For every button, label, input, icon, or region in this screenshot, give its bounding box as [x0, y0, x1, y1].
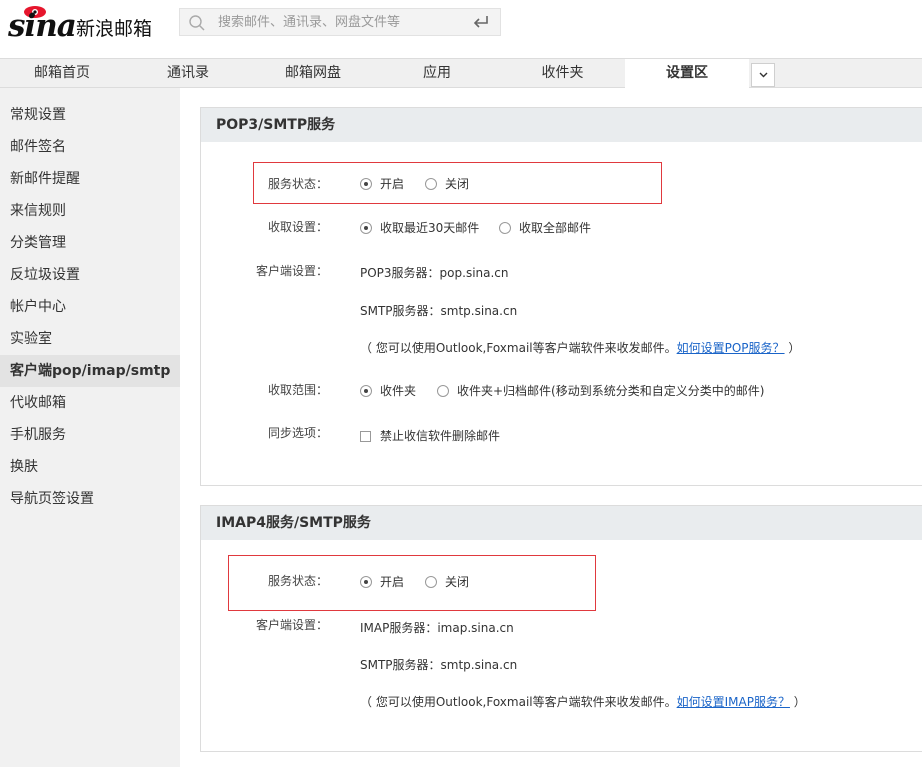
pop3-smtp-panel: POP3/SMTP服务 服务状态： 开启 关闭 收取设置： 收取最近30天邮件 … — [200, 107, 922, 486]
tab-apps[interactable]: 应用 — [374, 59, 500, 87]
sidebar-item-signature[interactable]: 邮件签名 — [0, 131, 180, 163]
sidebar-item-categories[interactable]: 分类管理 — [0, 227, 180, 259]
imap-smtp-panel: IMAP4服务/SMTP服务 服务状态： 开启 关闭 客户端设置： IMAP服务… — [200, 505, 922, 752]
tab-netdisk[interactable]: 邮箱网盘 — [252, 59, 374, 87]
header: sina 新浪邮箱 — [0, 0, 922, 58]
pop3-range-label: 收取范围： — [267, 383, 328, 397]
fetch-recent-30-days-radio[interactable]: 收取最近30天邮件 — [360, 220, 479, 236]
pop3-sync-label: 同步选项： — [267, 426, 328, 440]
fetch-all-radio[interactable]: 收取全部邮件 — [499, 220, 591, 236]
imap-status-label: 服务状态： — [267, 574, 328, 588]
imap-status-on-radio[interactable]: 开启 — [360, 574, 404, 590]
pop3-panel-title: POP3/SMTP服务 — [201, 108, 922, 142]
radio-checked-icon — [360, 576, 372, 588]
radio-checked-icon — [360, 178, 372, 190]
sidebar-item-skin[interactable]: 换肤 — [0, 451, 180, 483]
tab-inbox[interactable]: 收件夹 — [500, 59, 625, 87]
pop3-server-text: POP3服务器：pop.sina.cn — [360, 266, 509, 280]
how-to-setup-imap-link[interactable]: 如何设置IMAP服务？ — [677, 695, 790, 709]
pop3-smtp-server-text: SMTP服务器：smtp.sina.cn — [360, 304, 518, 318]
sidebar-item-mail-collection[interactable]: 代收邮箱 — [0, 387, 180, 419]
imap-smtp-server-text: SMTP服务器：smtp.sina.cn — [360, 658, 518, 672]
tab-settings[interactable]: 设置区 — [625, 59, 749, 88]
sidebar-item-account-center[interactable]: 帐户中心 — [0, 291, 180, 323]
tab-mail-home[interactable]: 邮箱首页 — [0, 59, 124, 87]
pop3-fetch-label: 收取设置： — [267, 220, 328, 234]
imap-client-label: 客户端设置： — [255, 618, 328, 632]
radio-unchecked-icon — [499, 222, 511, 234]
search-box[interactable] — [179, 8, 501, 36]
sina-logo[interactable]: sina 新浪邮箱 — [8, 4, 158, 48]
radio-checked-icon — [360, 222, 372, 234]
main-tabs: 邮箱首页 通讯录 邮箱网盘 应用 收件夹 设置区 — [0, 58, 922, 88]
radio-unchecked-icon — [425, 576, 437, 588]
sidebar-item-lab[interactable]: 实验室 — [0, 323, 180, 355]
enter-icon[interactable] — [472, 14, 490, 30]
tab-contacts[interactable]: 通讯录 — [124, 59, 252, 87]
pop3-status-on-radio[interactable]: 开启 — [360, 176, 404, 192]
pop3-client-label: 客户端设置： — [255, 264, 328, 278]
sidebar-item-mobile-service[interactable]: 手机服务 — [0, 419, 180, 451]
checkbox-unchecked-icon — [360, 431, 371, 442]
chevron-down-icon — [759, 72, 768, 78]
imap-status-off-radio[interactable]: 关闭 — [425, 574, 469, 590]
pop3-client-note: （ 您可以使用Outlook,Foxmail等客户端软件来收发邮件。如何设置PO… — [360, 341, 801, 355]
sidebar-item-antispam[interactable]: 反垃圾设置 — [0, 259, 180, 291]
radio-checked-icon — [360, 385, 372, 397]
imap-panel-title: IMAP4服务/SMTP服务 — [201, 506, 922, 540]
sidebar-item-client-pop-imap-smtp[interactable]: 客户端pop/imap/smtp — [0, 355, 180, 387]
how-to-setup-pop-link[interactable]: 如何设置POP服务？ — [677, 341, 785, 355]
radio-unchecked-icon — [425, 178, 437, 190]
range-inbox-archive-radio[interactable]: 收件夹+归档邮件(移动到系统分类和自定义分类中的邮件) — [437, 383, 764, 399]
tab-more-button[interactable] — [751, 63, 775, 87]
sidebar-item-mail-rules[interactable]: 来信规则 — [0, 195, 180, 227]
range-inbox-radio[interactable]: 收件夹 — [360, 383, 416, 399]
sidebar-item-nav-tabs[interactable]: 导航页签设置 — [0, 483, 180, 515]
radio-unchecked-icon — [437, 385, 449, 397]
logo-text: sina — [8, 8, 77, 44]
forbid-client-delete-checkbox[interactable]: 禁止收信软件删除邮件 — [360, 427, 500, 444]
imap-server-text: IMAP服务器：imap.sina.cn — [360, 621, 514, 635]
sidebar-item-general[interactable]: 常规设置 — [0, 99, 180, 131]
imap-client-note: （ 您可以使用Outlook,Foxmail等客户端软件来收发邮件。如何设置IM… — [360, 695, 806, 709]
search-icon — [189, 15, 205, 31]
pop3-status-off-radio[interactable]: 关闭 — [425, 176, 469, 192]
search-input[interactable] — [218, 12, 458, 32]
brand-name: 新浪邮箱 — [76, 18, 153, 40]
pop3-status-label: 服务状态： — [267, 177, 328, 191]
sidebar-item-new-mail-alert[interactable]: 新邮件提醒 — [0, 163, 180, 195]
settings-sidebar: 常规设置 邮件签名 新邮件提醒 来信规则 分类管理 反垃圾设置 帐户中心 实验室… — [0, 88, 180, 767]
